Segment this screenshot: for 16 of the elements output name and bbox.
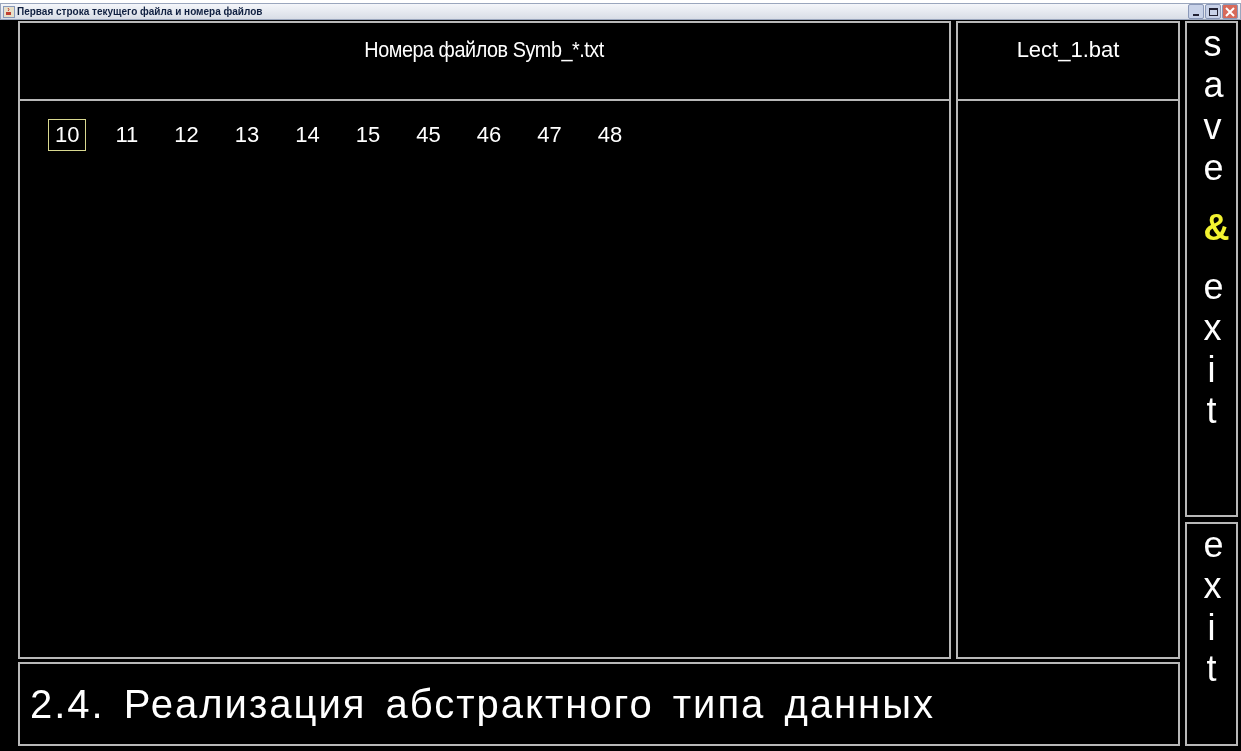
file-number[interactable]: 15 [348,119,388,151]
file-number[interactable]: 14 [288,119,327,151]
file-number[interactable]: 46 [469,119,509,151]
file-number[interactable]: 11 [108,119,146,151]
file-number[interactable]: 48 [590,119,630,151]
file-number[interactable]: 45 [409,119,448,151]
save-exit-button[interactable]: save & exit [1185,21,1238,517]
file-number[interactable]: 47 [530,119,569,151]
panel-title: Lect_1.bat [1016,36,1120,64]
panel-title: Номера файлов Symb_*.txt [364,36,605,64]
file-number[interactable]: 13 [227,119,267,151]
window-title: Первая строка текущего файла и номера файлов [17,5,263,19]
file-number[interactable]: 12 [167,119,206,151]
file-number[interactable]: 10 [48,119,87,151]
first-line-text: 2.4. Реализация абстрактного типа данных [30,681,935,728]
exit-button[interactable]: exit [1185,522,1238,746]
